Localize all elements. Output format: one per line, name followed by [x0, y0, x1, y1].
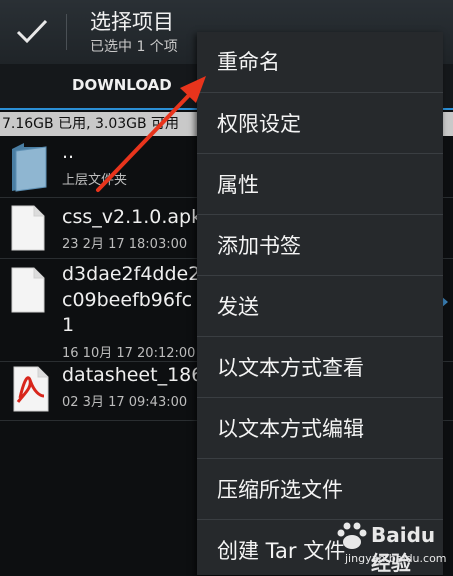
file-name-line: 1: [62, 314, 75, 336]
file-name: css_v2.1.0.apk: [62, 206, 203, 228]
watermark-brand: Baidu 经验: [371, 523, 436, 575]
menu-item-properties[interactable]: 属性: [197, 154, 443, 215]
file-icon: [10, 267, 46, 317]
done-check-icon[interactable]: [14, 15, 50, 47]
menu-item-label: 属性: [217, 173, 259, 197]
menu-item-label: 发送: [217, 295, 259, 319]
file-name: datasheet_186: [62, 364, 204, 386]
menu-item-compress[interactable]: 压缩所选文件: [197, 459, 443, 520]
context-menu: 重命名 权限设定 属性 添加书签 发送 以文本方式查看 以文本方式编辑 压缩所选…: [197, 32, 443, 575]
menu-item-add-bookmark[interactable]: 添加书签: [197, 215, 443, 276]
menu-item-label: 以文本方式查看: [217, 356, 364, 380]
file-meta: 23 2月 17 18:03:00: [62, 237, 188, 252]
pdf-icon: [10, 366, 50, 416]
baidu-paw-icon: [337, 522, 367, 549]
folder-icon: [10, 141, 50, 197]
page-title: 选择项目: [90, 10, 174, 34]
menu-item-label: 权限设定: [217, 112, 301, 136]
watermark: Baidu 经验 jingyan.baidu.com: [335, 521, 447, 575]
tab-download[interactable]: DOWNLOAD: [72, 76, 172, 94]
menu-item-send[interactable]: 发送: [197, 276, 443, 337]
selection-count: 已选中 1 个项: [90, 39, 178, 55]
menu-item-label: 压缩所选文件: [217, 478, 343, 502]
file-name-line: d3dae2f4dde2: [62, 263, 201, 285]
menu-item-view-as-text[interactable]: 以文本方式查看: [197, 337, 443, 398]
menu-item-edit-as-text[interactable]: 以文本方式编辑: [197, 398, 443, 459]
watermark-url: jingyan.baidu.com: [345, 552, 447, 565]
file-meta: 上层文件夹: [62, 173, 128, 188]
menu-item-label: 创建 Tar 文件: [217, 539, 346, 563]
menu-item-rename[interactable]: 重命名: [197, 32, 443, 93]
menu-item-label: 重命名: [217, 50, 280, 74]
file-meta: 02 3月 17 09:43:00: [62, 395, 188, 410]
file-name-line: c09beefb96fc: [62, 289, 193, 311]
file-name: ..: [62, 141, 75, 163]
divider: [66, 14, 67, 50]
menu-item-permissions[interactable]: 权限设定: [197, 93, 443, 154]
menu-item-label: 以文本方式编辑: [217, 417, 364, 441]
menu-item-label: 添加书签: [217, 234, 301, 258]
file-icon: [10, 205, 46, 255]
file-meta: 16 10月 17 20:12:00: [62, 346, 196, 361]
